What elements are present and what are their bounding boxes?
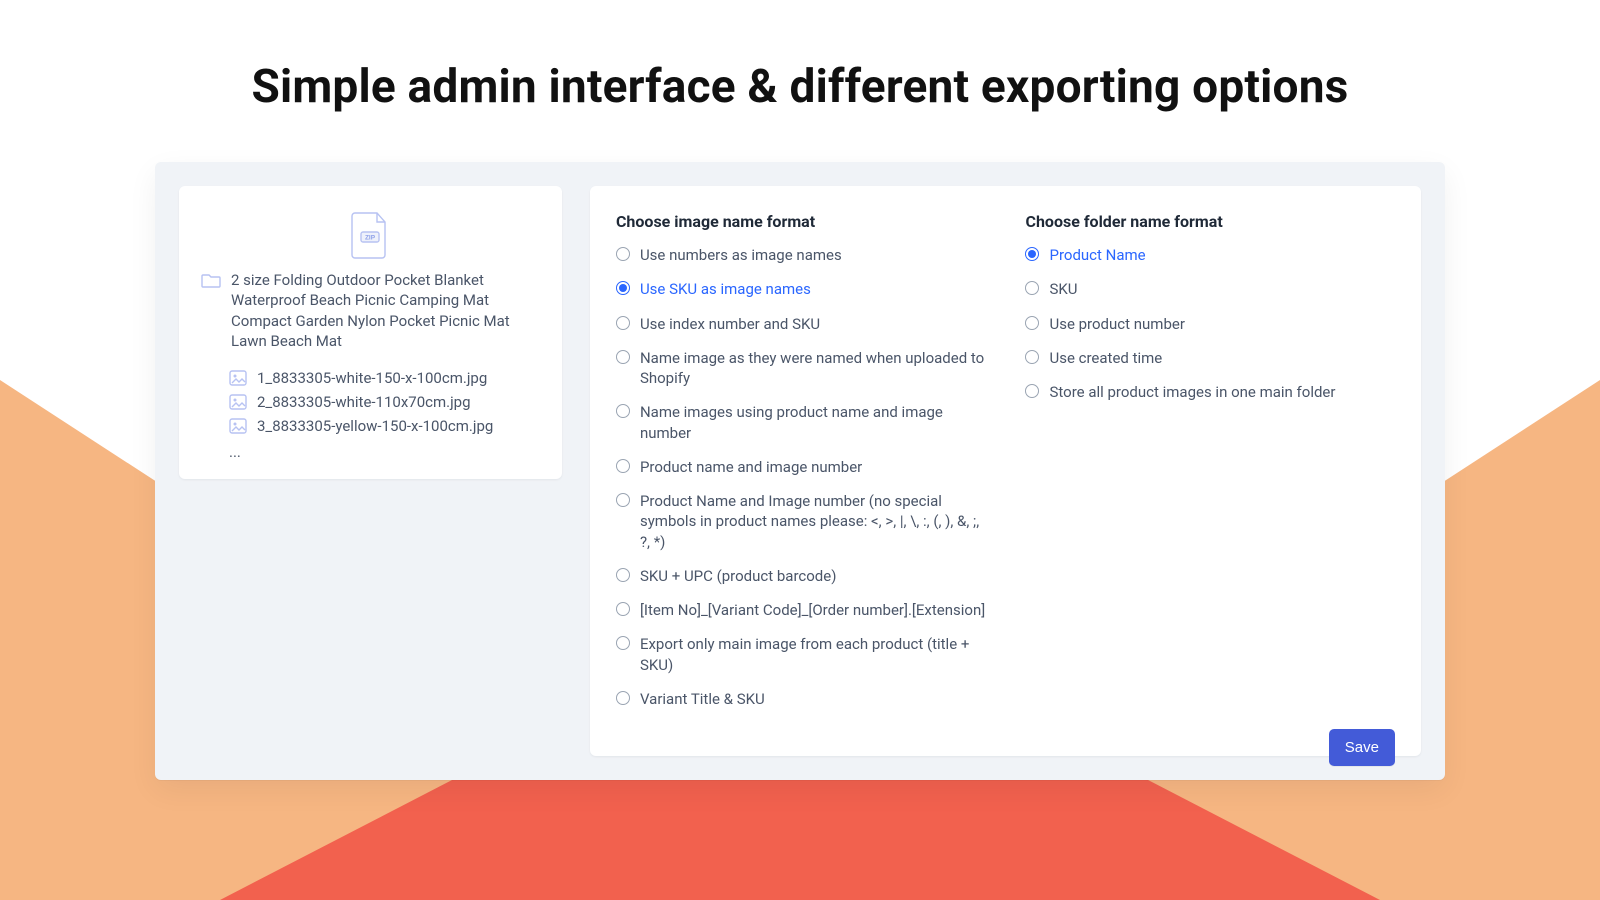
radio-option[interactable]: SKU + UPC (product barcode) xyxy=(616,566,986,586)
radio-label: Product Name xyxy=(1049,245,1145,265)
preview-file-name: 2_8833305-white-110x70cm.jpg xyxy=(257,393,471,411)
radio-option[interactable]: Product Name xyxy=(1025,245,1395,265)
radio-input[interactable] xyxy=(616,404,630,418)
radio-label: Export only main image from each product… xyxy=(640,634,986,675)
radio-input[interactable] xyxy=(1025,281,1039,295)
preview-folder-name: 2 size Folding Outdoor Pocket Blanket Wa… xyxy=(231,270,540,351)
radio-input[interactable] xyxy=(616,350,630,364)
radio-option[interactable]: Use created time xyxy=(1025,348,1395,368)
preview-card: ZIP 2 size Folding Outdoor Pocket Blanke… xyxy=(179,186,562,479)
radio-option[interactable]: [Item No]_[Variant Code]_[Order number].… xyxy=(616,600,986,620)
radio-input[interactable] xyxy=(1025,247,1039,261)
radio-label: Use SKU as image names xyxy=(640,279,811,299)
radio-input[interactable] xyxy=(1025,316,1039,330)
radio-label: Use product number xyxy=(1049,314,1184,334)
zip-file-icon: ZIP xyxy=(347,210,393,260)
radio-option[interactable]: Name images using product name and image… xyxy=(616,402,986,443)
radio-input[interactable] xyxy=(616,459,630,473)
preview-file-row: 3_8833305-yellow-150-x-100cm.jpg xyxy=(229,417,540,435)
preview-file-row: 1_8833305-white-150-x-100cm.jpg xyxy=(229,369,540,387)
radio-label: Use created time xyxy=(1049,348,1162,368)
image-file-icon xyxy=(229,394,247,410)
preview-file-name: 1_8833305-white-150-x-100cm.jpg xyxy=(257,369,487,387)
folder-name-format-group: Product Name SKU Use product number Use cre… xyxy=(1025,245,1395,402)
radio-input[interactable] xyxy=(616,691,630,705)
preview-folder-row: 2 size Folding Outdoor Pocket Blanket Wa… xyxy=(201,270,540,351)
radio-label: Product Name and Image number (no specia… xyxy=(640,491,986,552)
radio-option[interactable]: Product Name and Image number (no specia… xyxy=(616,491,986,552)
radio-input[interactable] xyxy=(616,493,630,507)
radio-option[interactable]: Use SKU as image names xyxy=(616,279,986,299)
svg-text:ZIP: ZIP xyxy=(365,235,376,242)
radio-label: Store all product images in one main fol… xyxy=(1049,382,1335,402)
page-title: Simple admin interface & different expor… xyxy=(0,0,1600,114)
image-file-icon xyxy=(229,418,247,434)
radio-label: Name image as they were named when uploa… xyxy=(640,348,986,389)
image-name-format-column: Choose image name format Use numbers as … xyxy=(616,212,986,709)
radio-input[interactable] xyxy=(616,568,630,582)
radio-input[interactable] xyxy=(616,247,630,261)
radio-option[interactable]: Use product number xyxy=(1025,314,1395,334)
radio-input[interactable] xyxy=(616,316,630,330)
radio-input[interactable] xyxy=(616,602,630,616)
radio-input[interactable] xyxy=(616,281,630,295)
radio-input[interactable] xyxy=(616,636,630,650)
radio-option[interactable]: Variant Title & SKU xyxy=(616,689,986,709)
radio-option[interactable]: Use index number and SKU xyxy=(616,314,986,334)
radio-option[interactable]: SKU xyxy=(1025,279,1395,299)
radio-option[interactable]: Name image as they were named when uploa… xyxy=(616,348,986,389)
save-button[interactable]: Save xyxy=(1329,729,1395,766)
radio-label: SKU xyxy=(1049,279,1077,299)
radio-option[interactable]: Store all product images in one main fol… xyxy=(1025,382,1395,402)
image-name-format-group: Use numbers as image names Use SKU as ima… xyxy=(616,245,986,709)
options-card: Choose image name format Use numbers as … xyxy=(590,186,1421,756)
preview-more-indicator: ... xyxy=(229,443,540,461)
radio-label: Use index number and SKU xyxy=(640,314,820,334)
radio-label: SKU + UPC (product barcode) xyxy=(640,566,837,586)
radio-label: Variant Title & SKU xyxy=(640,689,765,709)
radio-label: Product name and image number xyxy=(640,457,862,477)
radio-input[interactable] xyxy=(1025,384,1039,398)
image-file-icon xyxy=(229,370,247,386)
radio-input[interactable] xyxy=(1025,350,1039,364)
image-name-format-title: Choose image name format xyxy=(616,212,986,231)
radio-option[interactable]: Product name and image number xyxy=(616,457,986,477)
folder-name-format-title: Choose folder name format xyxy=(1025,212,1395,231)
radio-label: Use numbers as image names xyxy=(640,245,842,265)
radio-label: Name images using product name and image… xyxy=(640,402,986,443)
radio-option[interactable]: Use numbers as image names xyxy=(616,245,986,265)
radio-label: [Item No]_[Variant Code]_[Order number].… xyxy=(640,600,985,620)
radio-option[interactable]: Export only main image from each product… xyxy=(616,634,986,675)
folder-icon xyxy=(201,272,221,288)
preview-file-list: 1_8833305-white-150-x-100cm.jpg 2_8833305… xyxy=(229,369,540,435)
preview-file-name: 3_8833305-yellow-150-x-100cm.jpg xyxy=(257,417,493,435)
folder-name-format-column: Choose folder name format Product Name SK… xyxy=(1025,212,1395,709)
preview-file-row: 2_8833305-white-110x70cm.jpg xyxy=(229,393,540,411)
settings-panel: ZIP 2 size Folding Outdoor Pocket Blanke… xyxy=(155,162,1445,780)
